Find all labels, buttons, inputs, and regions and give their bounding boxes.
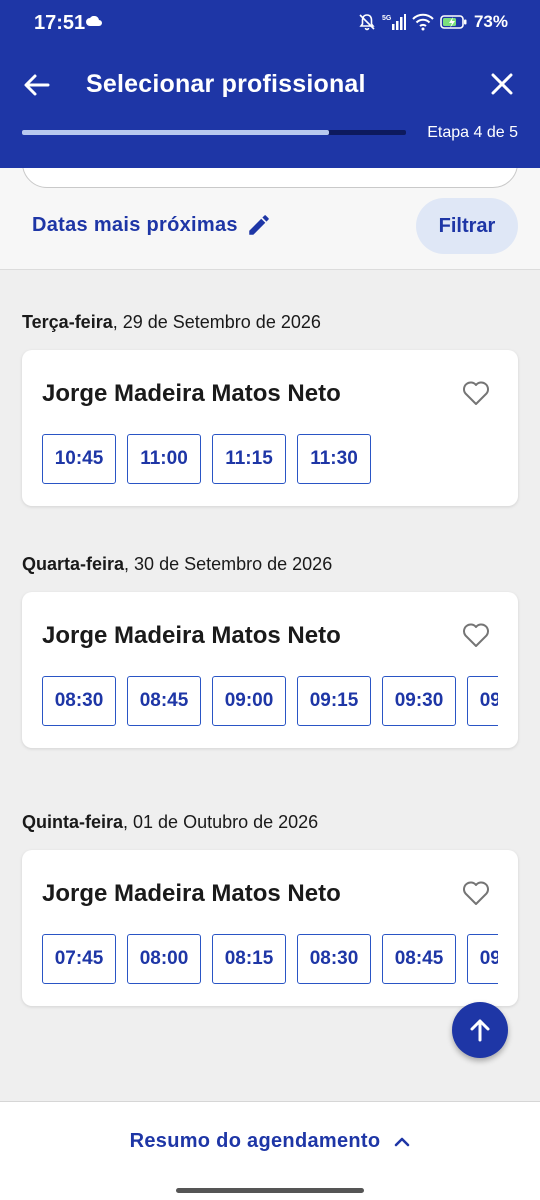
time-slot[interactable]: 07:45 <box>42 934 116 984</box>
favorite-heart-icon[interactable] <box>462 880 490 906</box>
time-slot[interactable]: 10:45 <box>42 434 116 484</box>
svg-text:5G: 5G <box>382 15 392 22</box>
time-slot[interactable]: 11:15 <box>212 434 286 484</box>
day-date: , 01 de Outubro de 2026 <box>123 812 319 832</box>
time-slot[interactable]: 11:00 <box>127 434 201 484</box>
filter-button[interactable]: Filtrar <box>416 198 518 254</box>
day-heading: Quarta-feira, 30 de Setembro de 2026 <box>22 554 332 575</box>
step-progress-bar <box>22 130 406 135</box>
time-slot[interactable]: 08:30 <box>297 934 371 984</box>
scroll-to-top-button[interactable] <box>452 1002 508 1058</box>
step-label: Etapa 4 de 5 <box>427 124 518 141</box>
time-slot[interactable]: 08:45 <box>382 934 456 984</box>
app-header: 17:51 5G 73% Selecionar profissional Eta… <box>0 0 540 168</box>
professional-card: Jorge Madeira Matos Neto 10:45 11:00 11:… <box>22 350 518 506</box>
time-slot[interactable]: 09:00 <box>467 934 498 984</box>
professional-card: Jorge Madeira Matos Neto 07:45 08:00 08:… <box>22 850 518 1006</box>
pencil-icon <box>249 215 269 235</box>
professional-name: Jorge Madeira Matos Neto <box>42 880 341 907</box>
date-filter-link[interactable]: Datas mais próximas <box>32 212 272 238</box>
time-slot[interactable]: 09:30 <box>382 676 456 726</box>
page-title: Selecionar profissional <box>86 70 366 98</box>
day-date: , 30 de Setembro de 2026 <box>124 554 333 574</box>
status-time: 17:51 <box>34 12 86 34</box>
favorite-heart-icon[interactable] <box>462 380 490 406</box>
day-heading: Quinta-feira, 01 de Outubro de 2026 <box>22 812 318 833</box>
day-weekday: Terça-feira <box>22 312 113 332</box>
wifi-icon <box>412 13 434 31</box>
battery-charging-icon <box>440 15 467 29</box>
summary-toggle[interactable]: Resumo do agendamento <box>0 1130 540 1153</box>
favorite-heart-icon[interactable] <box>462 622 490 648</box>
summary-label: Resumo do agendamento <box>129 1130 381 1152</box>
battery-percent: 73% <box>473 12 508 31</box>
time-slot[interactable]: 09:00 <box>212 676 286 726</box>
cloud-icon <box>86 16 102 26</box>
arrow-up-icon <box>470 1019 490 1042</box>
filter-area: Datas mais próximas Filtrar <box>0 168 540 270</box>
time-slot[interactable]: 09:45 <box>467 676 498 726</box>
time-slot[interactable]: 08:45 <box>127 676 201 726</box>
day-weekday: Quarta-feira <box>22 554 125 574</box>
professional-card: Jorge Madeira Matos Neto 08:30 08:45 09:… <box>22 592 518 748</box>
back-arrow-icon[interactable] <box>22 70 52 100</box>
day-date: , 29 de Setembro de 2026 <box>112 312 321 332</box>
professional-name: Jorge Madeira Matos Neto <box>42 622 341 649</box>
status-bar: 17:51 5G 73% <box>0 0 540 48</box>
chevron-up-icon <box>395 1137 410 1146</box>
time-slots-row: 10:45 11:00 11:15 11:30 <box>42 434 498 486</box>
time-slot[interactable]: 08:30 <box>42 676 116 726</box>
time-slot[interactable]: 11:30 <box>297 434 371 484</box>
search-input[interactable] <box>22 168 518 188</box>
day-weekday: Quinta-feira <box>22 812 124 832</box>
time-slot[interactable]: 08:15 <box>212 934 286 984</box>
professional-name: Jorge Madeira Matos Neto <box>42 380 341 407</box>
time-slot[interactable]: 08:00 <box>127 934 201 984</box>
time-slots-row: 08:30 08:45 09:00 09:15 09:30 09:45 <box>42 676 498 728</box>
date-filter-label: Datas mais próximas <box>32 213 238 236</box>
bottom-summary-bar: Resumo do agendamento <box>0 1101 540 1200</box>
mute-bell-icon <box>359 14 375 31</box>
close-icon[interactable] <box>488 70 516 98</box>
cellular-signal-icon: 5G <box>382 14 406 30</box>
day-heading: Terça-feira, 29 de Setembro de 2026 <box>22 312 321 333</box>
status-icons: 5G 73% <box>358 12 508 32</box>
step-progress-fill <box>22 130 330 135</box>
time-slot[interactable]: 09:15 <box>297 676 371 726</box>
time-slots-row: 07:45 08:00 08:15 08:30 08:45 09:00 <box>42 934 498 986</box>
home-indicator <box>176 1188 364 1193</box>
